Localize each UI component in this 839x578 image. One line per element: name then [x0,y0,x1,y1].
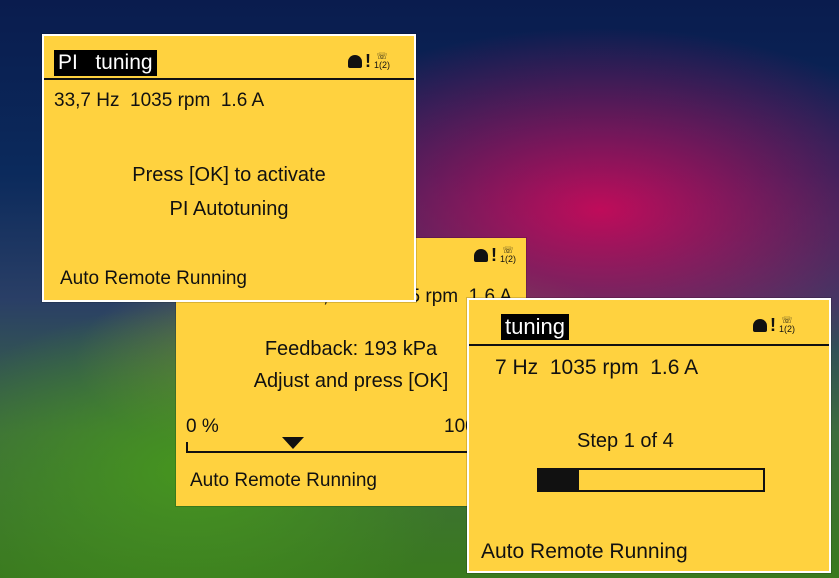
autotuning-label: PI Autotuning [169,198,289,220]
screen-title: tuning [501,314,569,340]
status-icons: ! ☏ 1(2) [474,246,516,264]
warning-exclamation-icon: ! [365,51,371,71]
warning-exclamation-icon: ! [491,245,497,265]
scale-tick-min [186,442,188,452]
title-divider [44,78,414,80]
bell-icon [348,54,362,68]
status-line: 7 Hz 1035 rpm 1.6 A [495,356,699,379]
footer-status: Auto Remote Running [481,540,688,563]
progress-bar [537,468,765,492]
handset-page-icon: ☏ 1(2) [779,315,796,334]
scale-min-label: 0 % [186,416,219,437]
warning-exclamation-icon: ! [770,315,776,335]
footer-status: Auto Remote Running [190,470,377,491]
title-divider [469,344,829,346]
progress-fill [539,470,580,490]
step-indicator: Step 1 of 4 [577,430,674,452]
handset-page-icon: ☏ 1(2) [500,245,517,264]
lcd-screen-activate: PI tuning ! ☏ 1(2) 33,7 Hz 1035 rpm 1.6 A… [42,34,416,302]
scale-pointer-icon[interactable] [282,437,304,449]
footer-status: Auto Remote Running [60,268,247,289]
status-icons: ! ☏ 1(2) [348,52,390,70]
status-line: 33,7 Hz 1035 rpm 1.6 A [54,90,265,111]
bell-icon [474,248,488,262]
lcd-screen-step: tuning ! ☏ 1(2) 7 Hz 1035 rpm 1.6 A Step … [467,298,831,573]
screen-title: PI tuning [54,50,157,76]
activate-message: Press [OK] to activate [132,164,326,186]
handset-page-icon: ☏ 1(2) [374,51,391,70]
bell-icon [753,318,767,332]
status-icons: ! ☏ 1(2) [753,316,795,334]
